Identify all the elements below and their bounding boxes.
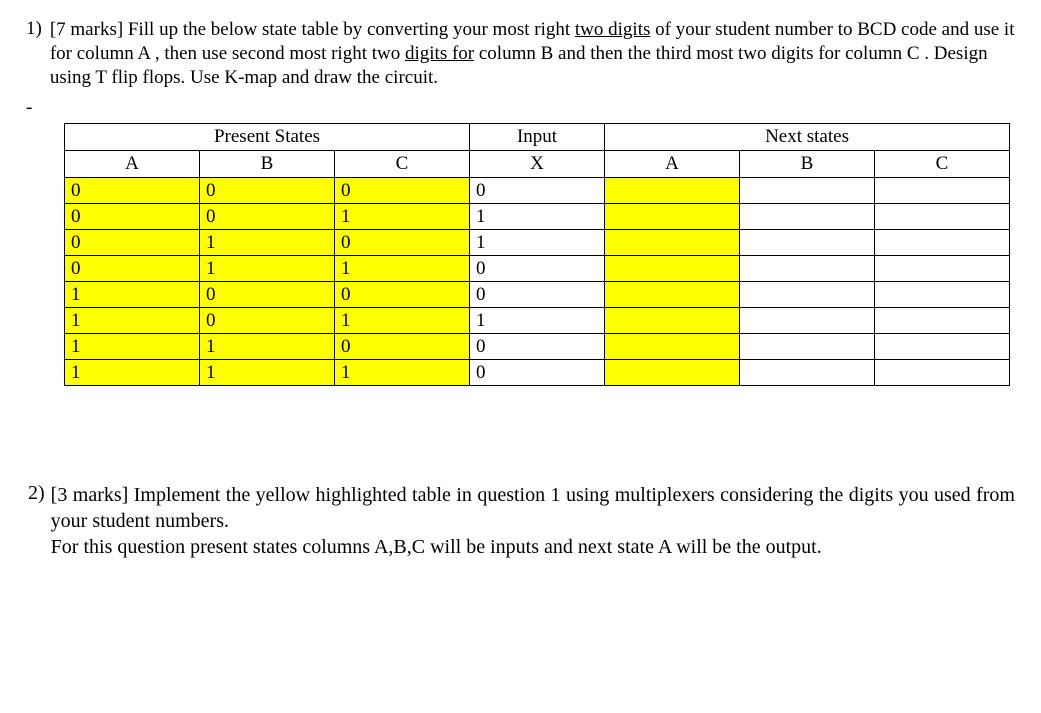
cell-A: 0 [65,230,200,256]
table-row: 1 0 0 0 [65,282,1010,308]
q1-u2: digits for [405,43,474,64]
cell-nC [875,282,1010,308]
cell-X: 1 [470,308,605,334]
cell-C: 1 [335,204,470,230]
cell-nC [875,308,1010,334]
cell-X: 0 [470,282,605,308]
cell-nB [740,204,875,230]
q2-l1: Implement the yellow highlighted table i… [51,484,1015,532]
cell-X: 0 [470,360,605,386]
q1-t1: Fill up the below state table by convert… [123,19,575,40]
q1-marks: [7 marks] [50,19,123,40]
cell-A: 0 [65,256,200,282]
cell-nA [605,360,740,386]
cell-X: 0 [470,178,605,204]
cell-B: 0 [200,308,335,334]
cell-nA [605,308,740,334]
q2-marks: [3 marks] [51,484,129,506]
cell-nA [605,230,740,256]
q2-number: 2) [26,482,51,505]
state-table: Present States Input Next states A B C X… [64,123,1010,386]
question-2: 2) [3 marks] Implement the yellow highli… [26,482,1015,560]
cell-A: 1 [65,282,200,308]
q1-u1: two digits [575,19,650,40]
cell-C: 1 [335,308,470,334]
cell-nA [605,178,740,204]
header-present: Present States [65,124,470,151]
cell-nA [605,334,740,360]
cell-A: 1 [65,334,200,360]
header-next: Next states [605,124,1010,151]
dash-mark: - [26,97,1015,119]
cell-nC [875,204,1010,230]
cell-B: 0 [200,178,335,204]
cell-A: 1 [65,308,200,334]
table-row: 0 1 0 1 [65,230,1010,256]
table-row: 0 1 1 0 [65,256,1010,282]
cell-X: 1 [470,204,605,230]
sub-header-row: A B C X A B C [65,151,1010,178]
col-nC: C [875,151,1010,178]
cell-X: 0 [470,334,605,360]
cell-nB [740,178,875,204]
group-header-row: Present States Input Next states [65,124,1010,151]
cell-B: 1 [200,230,335,256]
q1-number: 1) [26,18,50,40]
cell-nC [875,256,1010,282]
table-row: 0 0 0 0 [65,178,1010,204]
cell-B: 1 [200,256,335,282]
q2-body: [3 marks] Implement the yellow highlight… [51,482,1015,560]
table-row: 1 0 1 1 [65,308,1010,334]
cell-nA [605,256,740,282]
cell-nB [740,230,875,256]
table-row: 0 0 1 1 [65,204,1010,230]
cell-nB [740,282,875,308]
header-input: Input [470,124,605,151]
col-nA: A [605,151,740,178]
cell-X: 0 [470,256,605,282]
col-nB: B [740,151,875,178]
cell-B: 0 [200,282,335,308]
cell-C: 0 [335,230,470,256]
cell-nB [740,256,875,282]
col-B: B [200,151,335,178]
cell-B: 0 [200,204,335,230]
cell-nC [875,178,1010,204]
cell-C: 0 [335,178,470,204]
cell-nB [740,334,875,360]
q1-body: [7 marks] Fill up the below state table … [50,18,1015,89]
question-1: 1) [7 marks] Fill up the below state tab… [26,18,1015,89]
cell-C: 0 [335,282,470,308]
cell-nC [875,230,1010,256]
col-X: X [470,151,605,178]
cell-nA [605,282,740,308]
cell-A: 1 [65,360,200,386]
cell-nB [740,308,875,334]
cell-nC [875,360,1010,386]
table-row: 1 1 1 0 [65,360,1010,386]
col-C: C [335,151,470,178]
cell-C: 1 [335,256,470,282]
cell-X: 1 [470,230,605,256]
table-row: 1 1 0 0 [65,334,1010,360]
cell-nA [605,204,740,230]
cell-nB [740,360,875,386]
cell-A: 0 [65,178,200,204]
cell-nC [875,334,1010,360]
cell-B: 1 [200,334,335,360]
cell-A: 0 [65,204,200,230]
cell-C: 1 [335,360,470,386]
cell-C: 0 [335,334,470,360]
cell-B: 1 [200,360,335,386]
col-A: A [65,151,200,178]
q2-l3: For this question present states columns… [51,534,1015,560]
